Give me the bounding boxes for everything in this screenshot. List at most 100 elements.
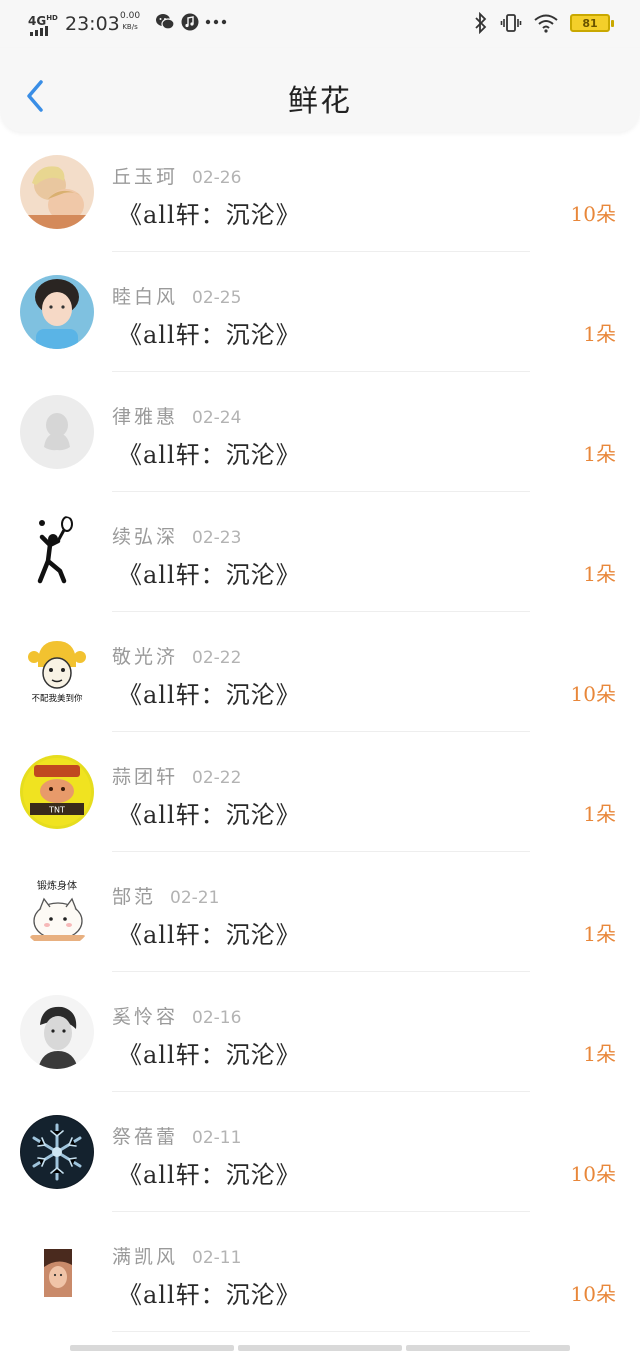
avatar-default-penguin — [20, 395, 94, 469]
wechat-icon — [156, 14, 175, 30]
avatar[interactable] — [20, 275, 94, 349]
avatar[interactable] — [20, 395, 94, 469]
send-date: 02-25 — [192, 288, 242, 308]
flower-list: 丘玉珂 02-26 《all轩：沉沦》 10朵 睦白风 02-25 《all轩：沉沦… — [0, 132, 640, 1332]
list-item[interactable]: 丘玉珂 02-26 《all轩：沉沦》 10朵 — [0, 132, 640, 252]
status-bar: 4GHD 23:03 0.00 KB/s 81 — [0, 0, 640, 48]
sender-name-line: 满凯风 02-11 — [112, 1242, 241, 1269]
bottom-scroll-indicator — [70, 1345, 570, 1351]
send-date: 02-11 — [192, 1248, 242, 1268]
sender-name-line: 睦白风 02-25 — [112, 282, 241, 309]
battery-level: 81 — [582, 16, 598, 30]
send-date: 02-24 — [192, 408, 242, 428]
book-title[interactable]: 《all轩：沉沦》 — [118, 675, 301, 710]
send-date: 02-22 — [192, 648, 242, 668]
system-icons: 81 — [474, 12, 614, 34]
sender-name-line: 丘玉珂 02-26 — [112, 162, 241, 189]
sender-name-line: 郜范 02-21 — [112, 882, 219, 909]
flower-count: 1朵 — [583, 562, 616, 586]
sender-name-line: 祭蓓蕾 02-11 — [112, 1122, 241, 1149]
avatar[interactable] — [20, 155, 94, 229]
book-title[interactable]: 《all轩：沉沦》 — [118, 1035, 301, 1070]
flower-count: 1朵 — [583, 322, 616, 346]
sender-name-line: 蒜团轩 02-22 — [112, 762, 241, 789]
sender-name-line: 奚怜容 02-16 — [112, 1002, 241, 1029]
sender-name: 满凯风 — [112, 1246, 179, 1268]
scroll-segment — [406, 1345, 570, 1351]
list-item[interactable]: 不配我美到你 敬光济 02-22 《all轩：沉沦》 10朵 — [0, 612, 640, 732]
avatar[interactable]: 不配我美到你 — [20, 635, 94, 709]
send-date: 02-16 — [192, 1008, 242, 1028]
sender-name: 律雅惠 — [112, 406, 179, 428]
avatar[interactable] — [20, 1115, 94, 1189]
divider — [112, 1331, 530, 1332]
book-title[interactable]: 《all轩：沉沦》 — [118, 195, 301, 230]
music-icon — [181, 13, 199, 31]
avatar[interactable] — [20, 1235, 94, 1309]
avatar-photo-small — [20, 1235, 94, 1309]
sender-name: 睦白风 — [112, 286, 179, 308]
avatar-stick-figure — [20, 515, 94, 589]
clock: 23:03 — [65, 13, 120, 35]
book-title[interactable]: 《all轩：沉沦》 — [118, 1275, 301, 1310]
flower-count: 1朵 — [583, 802, 616, 826]
flower-count: 10朵 — [570, 1282, 616, 1306]
send-date: 02-26 — [192, 168, 242, 188]
signal-icon — [30, 26, 48, 36]
navigation-header: 鲜花 — [0, 48, 640, 132]
avatar-photo-bw — [20, 995, 94, 1069]
flower-count: 10朵 — [570, 682, 616, 706]
list-item[interactable]: TNT 蒜团轩 02-22 《all轩：沉沦》 1朵 — [0, 732, 640, 852]
flower-count: 1朵 — [583, 922, 616, 946]
flower-count: 10朵 — [570, 1162, 616, 1186]
send-date: 02-11 — [192, 1128, 242, 1148]
network-indicator: 4GHD — [28, 12, 58, 27]
sender-name: 奚怜容 — [112, 1006, 179, 1028]
avatar[interactable] — [20, 995, 94, 1069]
list-item[interactable]: 续弘深 02-23 《all轩：沉沦》 1朵 — [0, 492, 640, 612]
avatar-photo-child — [20, 275, 94, 349]
list-item[interactable]: 睦白风 02-25 《all轩：沉沦》 1朵 — [0, 252, 640, 372]
notification-icons — [155, 13, 227, 31]
sender-name: 蒜团轩 — [112, 766, 179, 788]
vibrate-icon — [500, 14, 522, 32]
avatar[interactable]: 锻炼身体 — [20, 875, 94, 949]
scroll-segment — [238, 1345, 402, 1351]
sender-name-line: 律雅惠 02-24 — [112, 402, 241, 429]
send-date: 02-21 — [170, 888, 220, 908]
flower-count: 1朵 — [583, 1042, 616, 1066]
net-speed-value: 0.00 — [120, 11, 141, 21]
list-item[interactable]: 奚怜容 02-16 《all轩：沉沦》 1朵 — [0, 972, 640, 1092]
book-title[interactable]: 《all轩：沉沦》 — [118, 435, 301, 470]
list-item[interactable]: 祭蓓蕾 02-11 《all轩：沉沦》 10朵 — [0, 1092, 640, 1212]
scroll-segment — [70, 1345, 234, 1351]
flower-count: 1朵 — [583, 442, 616, 466]
wifi-icon — [534, 14, 558, 33]
net-speed-unit: KB/s — [122, 23, 138, 31]
more-dots-icon — [205, 19, 227, 25]
sender-name: 祭蓓蕾 — [112, 1126, 179, 1148]
list-item[interactable]: 律雅惠 02-24 《all轩：沉沦》 1朵 — [0, 372, 640, 492]
avatar-caption: TNT — [48, 806, 65, 815]
list-item[interactable]: 锻炼身体 郜范 02-21 《all轩：沉沦》 1朵 — [0, 852, 640, 972]
avatar-caption: 锻炼身体 — [37, 879, 77, 892]
sender-name: 敬光济 — [112, 646, 179, 668]
sender-name: 丘玉珂 — [112, 166, 179, 188]
network-sup: HD — [46, 14, 58, 22]
list-item[interactable]: 满凯风 02-11 《all轩：沉沦》 10朵 — [0, 1212, 640, 1332]
book-title[interactable]: 《all轩：沉沦》 — [118, 555, 301, 590]
avatar-tnt-badge: TNT — [20, 755, 94, 829]
avatar[interactable] — [20, 515, 94, 589]
avatar-snowflake — [20, 1115, 94, 1189]
book-title[interactable]: 《all轩：沉沦》 — [118, 315, 301, 350]
avatar[interactable]: TNT — [20, 755, 94, 829]
avatar-photo-couple — [20, 155, 94, 229]
sender-name-line: 续弘深 02-23 — [112, 522, 241, 549]
bluetooth-icon — [475, 12, 487, 34]
book-title[interactable]: 《all轩：沉沦》 — [118, 1155, 301, 1190]
book-title[interactable]: 《all轩：沉沦》 — [118, 915, 301, 950]
battery-icon: 81 — [570, 14, 614, 32]
net-speed: 0.00 KB/s — [120, 11, 140, 33]
avatar-cartoon-cat: 锻炼身体 — [20, 875, 94, 949]
book-title[interactable]: 《all轩：沉沦》 — [118, 795, 301, 830]
